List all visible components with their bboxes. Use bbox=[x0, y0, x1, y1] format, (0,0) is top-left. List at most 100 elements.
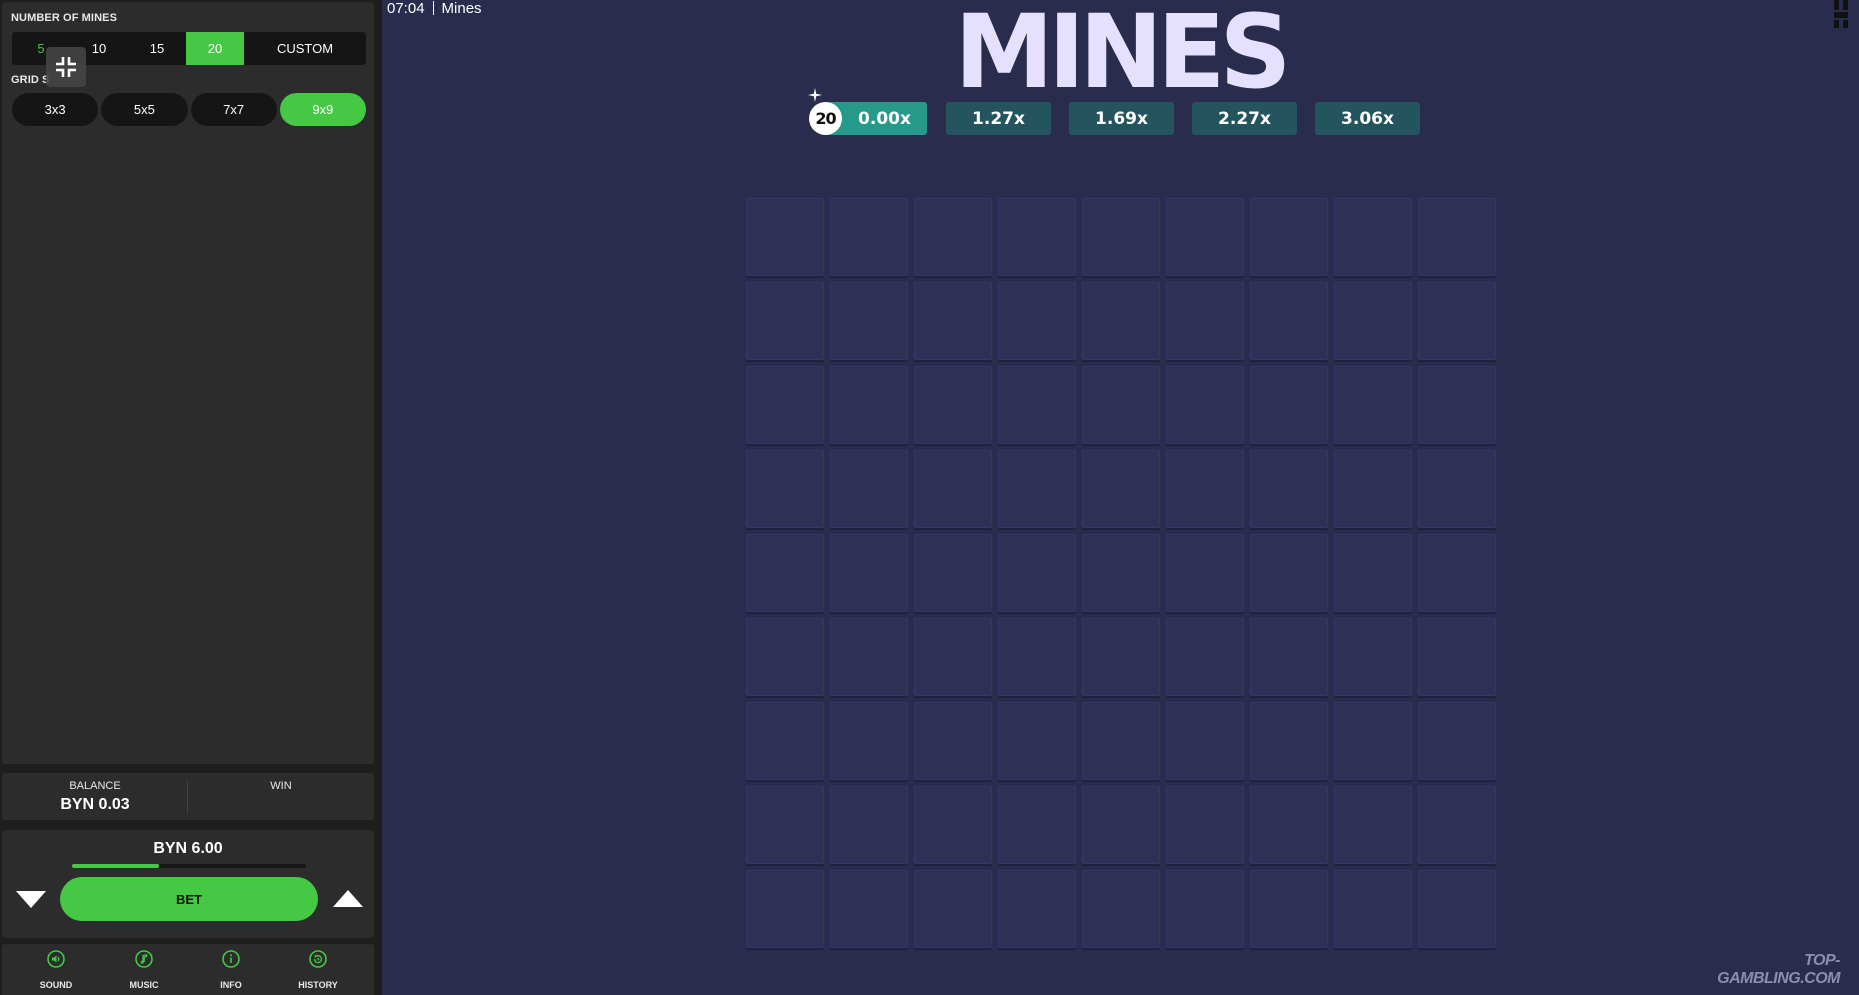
increase-bet-button[interactable] bbox=[333, 890, 363, 907]
board-tile[interactable] bbox=[1166, 702, 1244, 780]
board-tile[interactable] bbox=[830, 450, 908, 528]
board-tile[interactable] bbox=[914, 366, 992, 444]
board-tile[interactable] bbox=[914, 534, 992, 612]
board-tile[interactable] bbox=[830, 702, 908, 780]
board-tile[interactable] bbox=[998, 534, 1076, 612]
board-tile[interactable] bbox=[1082, 282, 1160, 360]
board-tile[interactable] bbox=[1334, 618, 1412, 696]
board-tile[interactable] bbox=[1166, 366, 1244, 444]
board-tile[interactable] bbox=[1250, 534, 1328, 612]
mines-option-15[interactable]: 15 bbox=[128, 32, 186, 65]
bet-slider[interactable] bbox=[72, 864, 306, 868]
board-tile[interactable] bbox=[914, 870, 992, 948]
board-tile[interactable] bbox=[746, 786, 824, 864]
board-tile[interactable] bbox=[1082, 366, 1160, 444]
grid-option-3x3[interactable]: 3x3 bbox=[12, 93, 99, 126]
board-tile[interactable] bbox=[746, 282, 824, 360]
board-tile[interactable] bbox=[998, 870, 1076, 948]
board-tile[interactable] bbox=[1166, 282, 1244, 360]
board-tile[interactable] bbox=[1334, 282, 1412, 360]
board-tile[interactable] bbox=[1082, 786, 1160, 864]
board-tile[interactable] bbox=[998, 702, 1076, 780]
board-tile[interactable] bbox=[1418, 618, 1496, 696]
board-tile[interactable] bbox=[746, 366, 824, 444]
board-tile[interactable] bbox=[1334, 198, 1412, 276]
music-button[interactable]: MUSIC bbox=[109, 950, 179, 990]
board-tile[interactable] bbox=[1334, 366, 1412, 444]
board-tile[interactable] bbox=[1334, 786, 1412, 864]
board-tile[interactable] bbox=[914, 786, 992, 864]
board-tile[interactable] bbox=[914, 282, 992, 360]
board-tile[interactable] bbox=[830, 282, 908, 360]
board-tile[interactable] bbox=[1418, 870, 1496, 948]
board-tile[interactable] bbox=[998, 786, 1076, 864]
board-tile[interactable] bbox=[746, 618, 824, 696]
board-tile[interactable] bbox=[1418, 198, 1496, 276]
board-tile[interactable] bbox=[1082, 702, 1160, 780]
board-tile[interactable] bbox=[1334, 534, 1412, 612]
board-tile[interactable] bbox=[1250, 702, 1328, 780]
board-tile[interactable] bbox=[1082, 870, 1160, 948]
board-tile[interactable] bbox=[914, 618, 992, 696]
board-tile[interactable] bbox=[1418, 702, 1496, 780]
board-tile[interactable] bbox=[1250, 282, 1328, 360]
grid-option-9x9[interactable]: 9x9 bbox=[279, 93, 366, 126]
board-tile[interactable] bbox=[1166, 450, 1244, 528]
exit-fullscreen-button[interactable] bbox=[46, 47, 86, 87]
fullscreen-icon[interactable] bbox=[1830, 0, 1854, 30]
history-button[interactable]: HISTORY bbox=[283, 950, 353, 990]
board-tile[interactable] bbox=[1334, 450, 1412, 528]
board-tile[interactable] bbox=[1166, 870, 1244, 948]
board-tile[interactable] bbox=[746, 702, 824, 780]
info-button[interactable]: INFO bbox=[196, 950, 266, 990]
mines-option-custom[interactable]: CUSTOM bbox=[244, 32, 366, 65]
board-tile[interactable] bbox=[830, 366, 908, 444]
board-tile[interactable] bbox=[1082, 198, 1160, 276]
board-tile[interactable] bbox=[1250, 198, 1328, 276]
board-tile[interactable] bbox=[1418, 534, 1496, 612]
board-tile[interactable] bbox=[914, 450, 992, 528]
board-tile[interactable] bbox=[1418, 786, 1496, 864]
board-tile[interactable] bbox=[1250, 786, 1328, 864]
board-tile[interactable] bbox=[1418, 282, 1496, 360]
board-tile[interactable] bbox=[1250, 870, 1328, 948]
board-tile[interactable] bbox=[1082, 534, 1160, 612]
sound-button[interactable]: SOUND bbox=[21, 950, 91, 990]
board-tile[interactable] bbox=[830, 534, 908, 612]
board-tile[interactable] bbox=[998, 450, 1076, 528]
board-tile[interactable] bbox=[1166, 786, 1244, 864]
board-tile[interactable] bbox=[830, 786, 908, 864]
board-tile[interactable] bbox=[746, 870, 824, 948]
board-tile[interactable] bbox=[998, 198, 1076, 276]
bet-button[interactable]: BET bbox=[60, 877, 318, 921]
board-tile[interactable] bbox=[1250, 366, 1328, 444]
board-tile[interactable] bbox=[1082, 450, 1160, 528]
board-tile[interactable] bbox=[830, 870, 908, 948]
board-tile[interactable] bbox=[1250, 618, 1328, 696]
board-tile[interactable] bbox=[1166, 534, 1244, 612]
board-tile[interactable] bbox=[746, 534, 824, 612]
topbar-divider bbox=[432, 1, 434, 15]
board-tile[interactable] bbox=[998, 618, 1076, 696]
decrease-bet-button[interactable] bbox=[16, 891, 46, 908]
board-tile[interactable] bbox=[914, 198, 992, 276]
board-tile[interactable] bbox=[998, 366, 1076, 444]
board-tile[interactable] bbox=[1334, 702, 1412, 780]
grid-option-5x5[interactable]: 5x5 bbox=[101, 93, 188, 126]
board-tile[interactable] bbox=[1418, 366, 1496, 444]
grid-option-7x7[interactable]: 7x7 bbox=[190, 93, 277, 126]
board-tile[interactable] bbox=[998, 282, 1076, 360]
board-tile[interactable] bbox=[914, 702, 992, 780]
board-tile[interactable] bbox=[1334, 870, 1412, 948]
board-tile[interactable] bbox=[1250, 450, 1328, 528]
board-tile[interactable] bbox=[1166, 618, 1244, 696]
board-tile[interactable] bbox=[746, 450, 824, 528]
win-section: WIN bbox=[188, 773, 374, 820]
board-tile[interactable] bbox=[830, 618, 908, 696]
board-tile[interactable] bbox=[1082, 618, 1160, 696]
board-tile[interactable] bbox=[746, 198, 824, 276]
board-tile[interactable] bbox=[1166, 198, 1244, 276]
board-tile[interactable] bbox=[830, 198, 908, 276]
board-tile[interactable] bbox=[1418, 450, 1496, 528]
mines-option-20[interactable]: 20 bbox=[186, 32, 244, 65]
